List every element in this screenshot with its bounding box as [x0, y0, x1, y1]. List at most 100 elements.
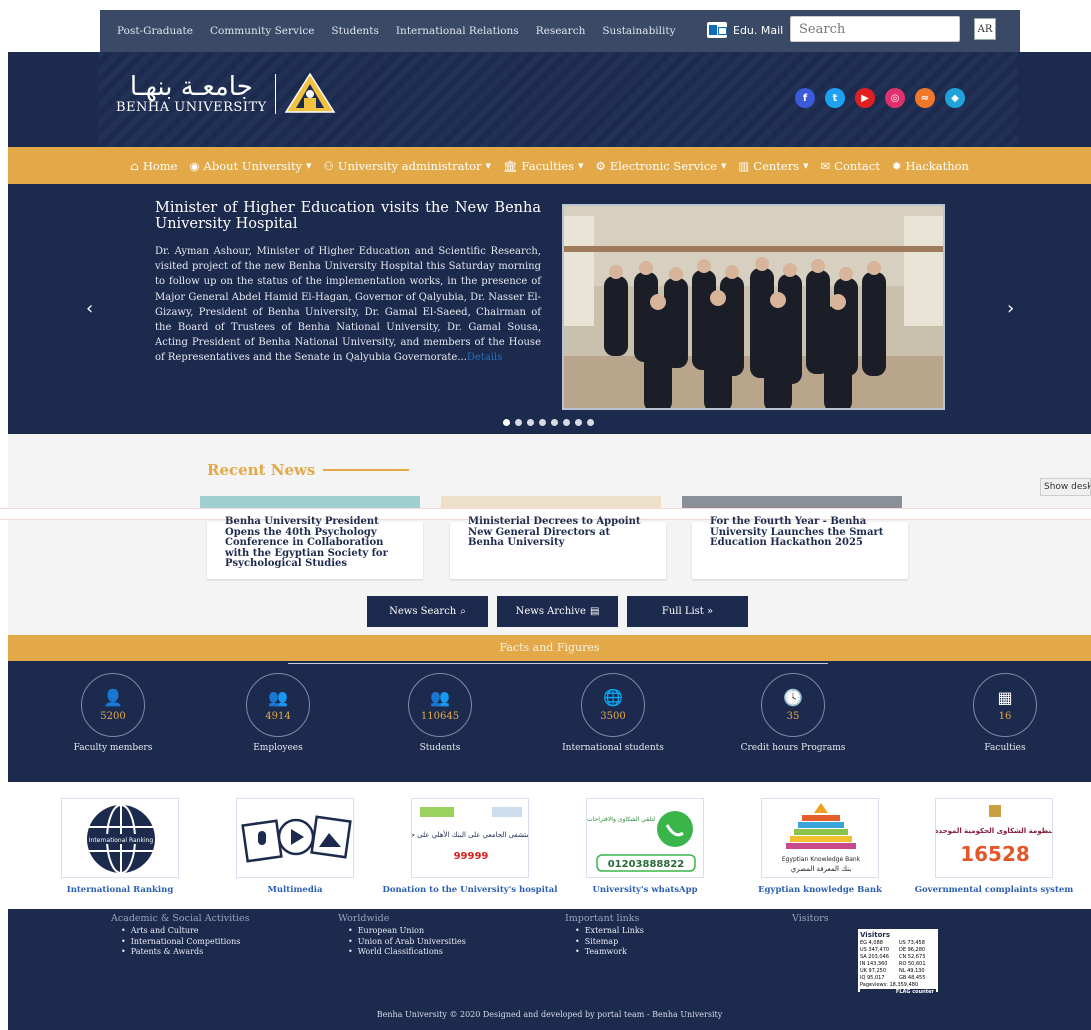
footer-link[interactable]: External Links	[575, 926, 644, 937]
full-list-button[interactable]: Full List »	[627, 596, 748, 627]
books-stack-icon: Egyptian Knowledge Bank بنك المعرفة المص…	[782, 803, 861, 873]
tile-international-ranking[interactable]: International Ranking	[61, 798, 179, 878]
footer-col-title: Academic & Social Activities	[111, 913, 250, 924]
footer-link[interactable]: Sitemap	[575, 937, 644, 948]
footer-link[interactable]: Teamwork	[575, 947, 644, 958]
counter-row: US 347,470	[860, 947, 890, 953]
counter-row: IN 143,360	[860, 961, 888, 967]
show-desktop-button[interactable]: Show desktop	[1040, 478, 1091, 496]
tile-complaints-text: منظومة الشكاوى الحكومية الموحدة	[936, 827, 1053, 835]
fact-label: Students	[419, 743, 461, 753]
slider-dot[interactable]	[539, 419, 546, 426]
nav-home-label: Home	[142, 158, 178, 173]
gear-icon: ✹	[891, 158, 902, 173]
news-thumb-1[interactable]	[200, 496, 420, 508]
tile-label-whatsapp[interactable]: University's whatsApp	[555, 885, 735, 895]
footer-link[interactable]: Arts and Culture	[121, 926, 250, 937]
details-link[interactable]: Details	[467, 352, 502, 363]
envelope-icon: ✉	[820, 158, 831, 173]
building-icon: ▥	[738, 158, 750, 173]
nav-administrator[interactable]: ⚇ University administrator ▼	[324, 159, 491, 173]
fact-circle: 👥 110645	[408, 673, 472, 737]
top-link-international[interactable]: International Relations	[396, 25, 519, 37]
footer-link[interactable]: International Competitions	[121, 937, 250, 948]
link-icon[interactable]: ◆	[945, 88, 965, 108]
fact-label: Credit hours Programs	[740, 743, 846, 753]
nav-electronic-service[interactable]: ⚙ Electronic Service ▼	[596, 159, 727, 173]
top-link-postgraduate[interactable]: Post-Graduate	[117, 25, 193, 37]
top-link-students[interactable]: Students	[331, 25, 378, 37]
tile-label-complaints[interactable]: Governmental complaints system	[904, 885, 1084, 895]
slider-dot[interactable]	[575, 419, 582, 426]
top-link-sustainability[interactable]: Sustainability	[602, 25, 675, 37]
tile-knowledge-bank[interactable]: Egyptian Knowledge Bank بنك المعرفة المص…	[761, 798, 879, 878]
slider-dot[interactable]	[527, 419, 534, 426]
counter-row: UK 97,250	[860, 968, 887, 974]
slider-dot[interactable]	[563, 419, 570, 426]
tile-label-ranking[interactable]: International Ranking	[30, 885, 210, 895]
nav-about[interactable]: ◉ About University ▼	[190, 159, 312, 173]
news-slider: ‹ Minister of Higher Education visits th…	[8, 184, 1091, 434]
tile-label-multimedia[interactable]: Multimedia	[205, 885, 385, 895]
tile-whatsapp-number: 01203888822	[608, 859, 685, 870]
tile-complaints[interactable]: منظومة الشكاوى الحكومية الموحدة 16528	[935, 798, 1053, 878]
footer-link[interactable]: Patents & Awards	[121, 947, 250, 958]
youtube-icon[interactable]: ▶	[855, 88, 875, 108]
counter-title: Visitors	[860, 931, 891, 939]
news-search-button[interactable]: News Search ⌕	[367, 596, 488, 627]
recent-news-heading: Recent News	[207, 461, 410, 479]
search-icon: ⌕	[460, 606, 466, 617]
tile-label-ekb[interactable]: Egyptian knowledge Bank	[730, 885, 910, 895]
news-card-3[interactable]: For the Fourth Year - Benha University L…	[692, 516, 908, 579]
slider-next-icon[interactable]: ›	[1007, 298, 1014, 319]
edu-mail-link[interactable]: Edu. Mail	[707, 22, 783, 38]
news-card-2[interactable]: Ministerial Decrees to Appoint New Gener…	[450, 516, 666, 579]
nav-centers[interactable]: ▥ Centers ▼	[738, 159, 808, 173]
caret-down-icon: ▼	[721, 161, 727, 170]
nav-home[interactable]: ⌂ Home	[130, 159, 177, 173]
news-archive-button[interactable]: News Archive ▤	[497, 596, 618, 627]
rss-icon[interactable]: ≈	[915, 88, 935, 108]
slider-dot[interactable]	[515, 419, 522, 426]
tile-whatsapp[interactable]: لتلقي الشكاوى والاقتراحات 01203888822	[586, 798, 704, 878]
footer-link[interactable]: European Union	[348, 926, 466, 937]
copyright: Benha University © 2020 Designed and dev…	[376, 1010, 723, 1019]
tile-ranking-text: International Ranking	[89, 837, 154, 844]
top-link-community[interactable]: Community Service	[210, 25, 314, 37]
facts-title-bar: Facts and Figures	[8, 635, 1091, 661]
nav-faculties[interactable]: 🏛 Faculties ▼	[503, 159, 584, 173]
slide-photo[interactable]	[562, 204, 945, 410]
recent-news-title: Recent News	[207, 461, 316, 479]
news-thumb-2[interactable]	[441, 496, 661, 508]
footer-col-title: Important links	[565, 913, 640, 924]
top-link-research[interactable]: Research	[536, 25, 586, 37]
fact-label: Employees	[253, 743, 303, 753]
instagram-icon[interactable]: ◎	[885, 88, 905, 108]
search-input[interactable]	[790, 16, 960, 42]
counter-row: DE 96,280	[899, 947, 926, 953]
twitter-icon[interactable]: t	[825, 88, 845, 108]
slider-dot[interactable]	[551, 419, 558, 426]
news-card-1[interactable]: Benha University President Opens the 40t…	[207, 516, 423, 579]
outlook-icon	[707, 22, 727, 38]
slider-prev-icon[interactable]: ‹	[86, 298, 93, 319]
caret-down-icon: ▼	[306, 161, 312, 170]
nav-hackathon-label: Hackathon	[905, 158, 969, 173]
nav-contact[interactable]: ✉ Contact	[821, 159, 880, 173]
counter-row: GB 48,455	[899, 975, 926, 981]
slider-dot[interactable]	[503, 419, 510, 426]
university-logo[interactable]: جامعـة بنهـا BENHA UNIVERSITY	[116, 72, 336, 116]
language-button[interactable]: AR	[974, 18, 996, 40]
footer-link[interactable]: World Classifications	[348, 947, 466, 958]
caret-down-icon: ▼	[578, 161, 584, 170]
facebook-icon[interactable]: f	[795, 88, 815, 108]
news-thumb-3[interactable]	[682, 496, 902, 508]
flag-counter-widget[interactable]: Visitors EG 4,088 US 73,458 US 347,470 DE 9…	[858, 929, 938, 995]
slider-dot[interactable]	[587, 419, 594, 426]
footer-link[interactable]: Union of Arab Universities	[348, 937, 466, 948]
tile-whatsapp-text: لتلقي الشكاوى والاقتراحات	[587, 816, 655, 823]
tile-donation[interactable]: للتبرع للمستشفى الجامعي على البنك الأهلي…	[411, 798, 529, 878]
nav-hackathon[interactable]: ✹ Hackathon	[892, 159, 969, 173]
tile-multimedia[interactable]	[236, 798, 354, 878]
tile-label-donation[interactable]: Donation to the University's hospital	[380, 885, 560, 895]
